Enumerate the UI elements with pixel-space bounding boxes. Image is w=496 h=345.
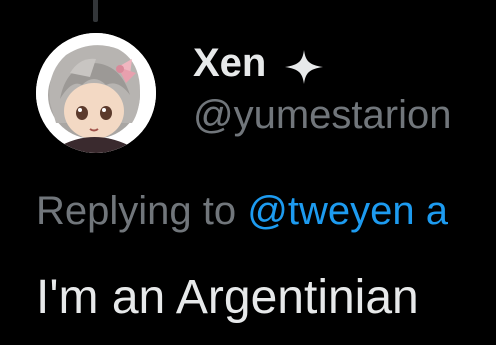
author-handle[interactable]: @yumestarion bbox=[193, 92, 451, 138]
thread-connector-line bbox=[93, 0, 98, 22]
avatar[interactable] bbox=[36, 33, 156, 153]
reply-prefix: Replying to bbox=[36, 189, 248, 233]
reply-mention-link[interactable]: @tweyen a bbox=[247, 189, 448, 233]
reply-context: Replying to @tweyen a bbox=[36, 188, 448, 234]
author-display-name[interactable]: Xen bbox=[193, 40, 266, 86]
avatar-image bbox=[36, 33, 156, 153]
four-point-star-icon bbox=[285, 50, 323, 84]
tweet-text: I'm an Argentinian bbox=[36, 271, 419, 324]
